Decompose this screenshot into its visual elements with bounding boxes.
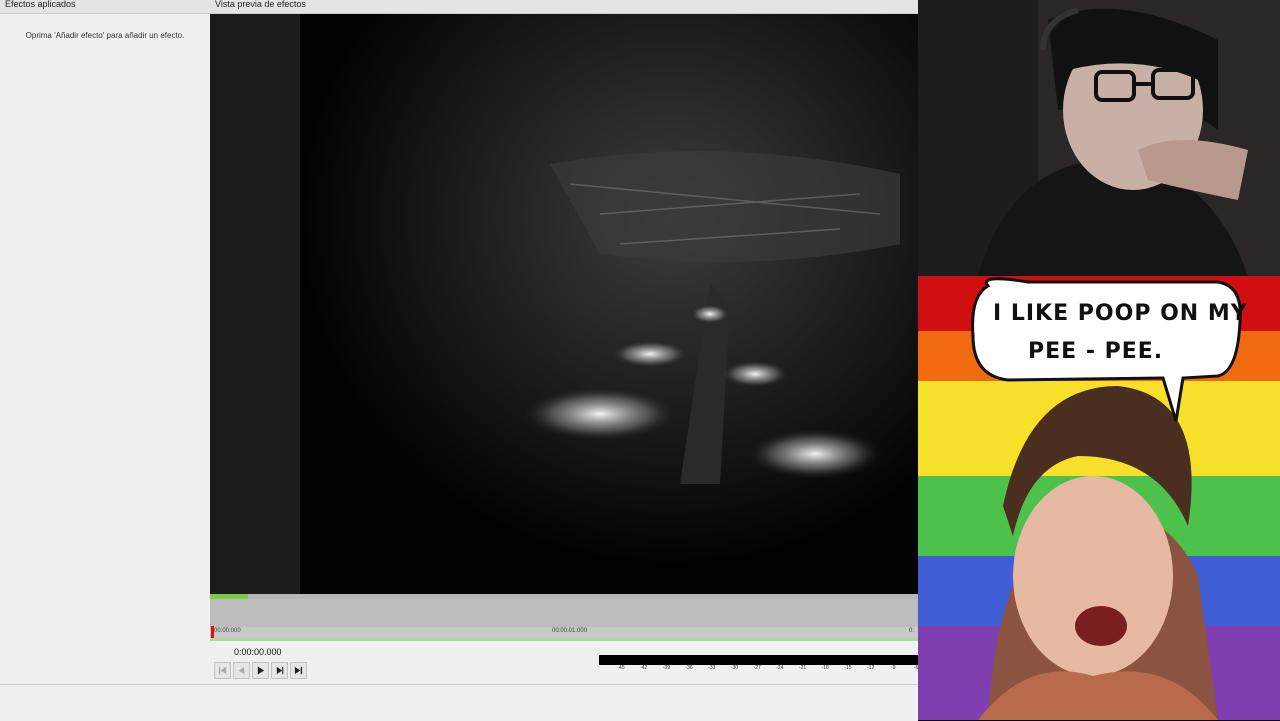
meter-scale-label: -21 bbox=[798, 665, 807, 671]
video-letterbox bbox=[210, 14, 300, 594]
skip-to-end-icon bbox=[294, 666, 303, 675]
effects-preview-panel: Vista previa de efectos 00:00:000 00:00:… bbox=[210, 0, 918, 684]
step-back-icon bbox=[238, 666, 245, 675]
effects-preview-title: Vista previa de efectos bbox=[210, 0, 918, 14]
play-button[interactable] bbox=[252, 662, 269, 679]
meter-scale-label: -9 bbox=[891, 665, 896, 671]
meter-scale-label: -39 bbox=[662, 665, 670, 671]
skip-to-start-icon bbox=[218, 666, 227, 675]
meter-scale-label: -45 bbox=[617, 665, 625, 671]
audio-meter-scale: -45 -42 -39 -36 -33 -30 -27 -24 -21 -18 -15 -12 -9 -6 bbox=[599, 665, 918, 673]
timeline-range bbox=[210, 638, 918, 641]
meter-scale-label: -33 bbox=[708, 665, 716, 671]
timeline-ruler: 00:00:000 00:00:01:000 0: bbox=[210, 627, 918, 638]
meter-scale-label: -42 bbox=[640, 665, 648, 671]
meme-caption-line-1: I LIKE POOP ON MY bbox=[993, 301, 1248, 326]
meter-scale-label: -24 bbox=[776, 665, 784, 671]
play-icon bbox=[257, 666, 265, 675]
status-bar bbox=[0, 684, 918, 721]
webcam-feed bbox=[918, 0, 1280, 276]
meter-scale-label: -36 bbox=[685, 665, 693, 671]
skip-to-start-button[interactable] bbox=[214, 662, 231, 679]
timeline-tick: 00:00:000 bbox=[214, 628, 241, 634]
timeline-tick: 0: bbox=[909, 628, 915, 634]
step-forward-button[interactable] bbox=[271, 662, 288, 679]
step-back-button[interactable] bbox=[233, 662, 250, 679]
video-frame bbox=[300, 14, 918, 594]
applied-effects-title: Efectos aplicados bbox=[0, 0, 210, 14]
add-effect-hint: Oprima 'Añadir efecto' para añadir un ef… bbox=[25, 31, 185, 40]
meter-scale-label: -15 bbox=[844, 665, 852, 671]
meter-scale-label: -27 bbox=[753, 665, 761, 671]
meter-scale-label: -12 bbox=[866, 665, 875, 671]
audio-level-meter bbox=[599, 655, 918, 665]
timeline-tick: 00:00:01:000 bbox=[552, 628, 588, 634]
playback-controls bbox=[214, 662, 307, 679]
meme-caption-line-2: PEE - PEE. bbox=[1028, 339, 1163, 364]
meme-image: I LIKE POOP ON MY PEE - PEE. bbox=[918, 276, 1280, 720]
timeline[interactable]: 00:00:000 00:00:01:000 0: bbox=[210, 599, 918, 640]
skip-to-end-button[interactable] bbox=[290, 662, 307, 679]
video-preview[interactable] bbox=[210, 14, 918, 594]
meter-scale-label: -30 bbox=[730, 665, 739, 671]
time-display: 0:00:00.000 bbox=[234, 647, 282, 657]
meter-scale-label: -18 bbox=[821, 665, 829, 671]
step-forward-icon bbox=[276, 666, 284, 675]
applied-effects-panel: Efectos aplicados Oprima 'Añadir efecto'… bbox=[0, 0, 211, 684]
